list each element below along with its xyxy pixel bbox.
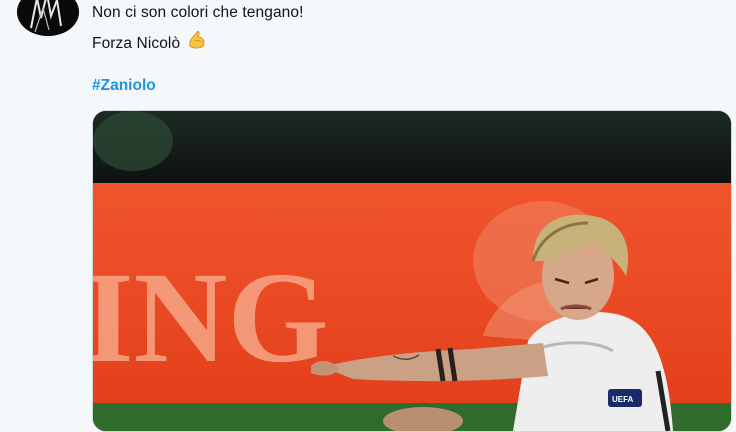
hashtag-link[interactable]: #Zaniolo [92, 77, 156, 95]
photo-footballer-injured: ING UEFA [93, 111, 731, 431]
flexed-biceps-icon [189, 31, 205, 49]
tweet-media-photo[interactable]: ING UEFA [92, 110, 732, 432]
tweet-text: Forza Nicolò [92, 35, 181, 52]
tweet-text-line-1: Non ci son colori che tengano! [92, 4, 304, 21]
banner-text: ING [93, 246, 329, 390]
tweet-text-line-2: Forza Nicolò [92, 29, 208, 53]
avatar[interactable] [17, 0, 79, 36]
badge-text: UEFA [612, 395, 634, 404]
avatar-image [17, 0, 79, 36]
